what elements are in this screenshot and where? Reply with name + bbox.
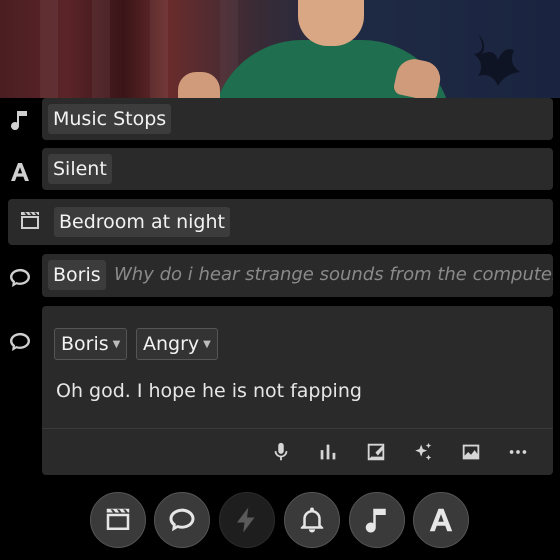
- lightning-icon: [237, 507, 255, 533]
- bell-icon: [300, 507, 324, 533]
- letter-a-icon: [6, 158, 34, 186]
- bar-chart-icon[interactable]: [314, 438, 342, 466]
- music-note-icon: [6, 106, 34, 134]
- emotion-select-value: Angry: [143, 333, 200, 355]
- dialogue-editor: Boris ▼ Angry ▼ Oh god. I hope he is not f…: [42, 306, 553, 475]
- scene-preview-image: [0, 0, 560, 98]
- image-icon[interactable]: [457, 438, 485, 466]
- add-sound-effect-button[interactable]: [284, 492, 340, 548]
- clapperboard-icon: [106, 508, 130, 530]
- chevron-down-icon: ▼: [112, 338, 121, 350]
- letter-a-icon: [429, 508, 453, 532]
- add-scene-button[interactable]: [90, 492, 146, 548]
- speech-bubble-icon: [169, 508, 195, 532]
- speech-text: Why do i hear strange sounds from the co…: [114, 264, 553, 285]
- chevron-down-icon: ▼: [203, 338, 211, 350]
- speech-speaker: Boris: [48, 260, 106, 290]
- clapperboard-icon: [16, 207, 44, 235]
- divider: [42, 428, 553, 429]
- add-effect-button[interactable]: [219, 492, 275, 548]
- scene-row[interactable]: Bedroom at night: [8, 199, 553, 245]
- sound-label: Silent: [48, 154, 112, 184]
- speech-bubble-icon: [6, 264, 34, 292]
- more-icon[interactable]: [504, 438, 532, 466]
- sparkles-icon[interactable]: [409, 438, 437, 466]
- music-row[interactable]: Music Stops: [42, 98, 553, 140]
- scene-label: Bedroom at night: [54, 207, 230, 237]
- dialogue-text-input[interactable]: Oh god. I hope he is not fapping: [56, 380, 362, 402]
- add-music-button[interactable]: [349, 492, 405, 548]
- image-contrast-icon[interactable]: [362, 438, 390, 466]
- music-note-icon: [365, 508, 386, 533]
- speaker-select[interactable]: Boris ▼: [54, 328, 128, 360]
- music-label: Music Stops: [48, 104, 172, 134]
- microphone-icon[interactable]: [267, 438, 295, 466]
- speech-row[interactable]: Boris Why do i hear strange sounds from …: [42, 254, 553, 297]
- speech-bubble-icon: [6, 328, 34, 356]
- sound-row[interactable]: Silent: [42, 148, 553, 190]
- speaker-select-value: Boris: [61, 333, 109, 355]
- emotion-select[interactable]: Angry ▼: [136, 328, 218, 360]
- add-text-button[interactable]: [413, 492, 469, 548]
- add-dialogue-button[interactable]: [154, 492, 210, 548]
